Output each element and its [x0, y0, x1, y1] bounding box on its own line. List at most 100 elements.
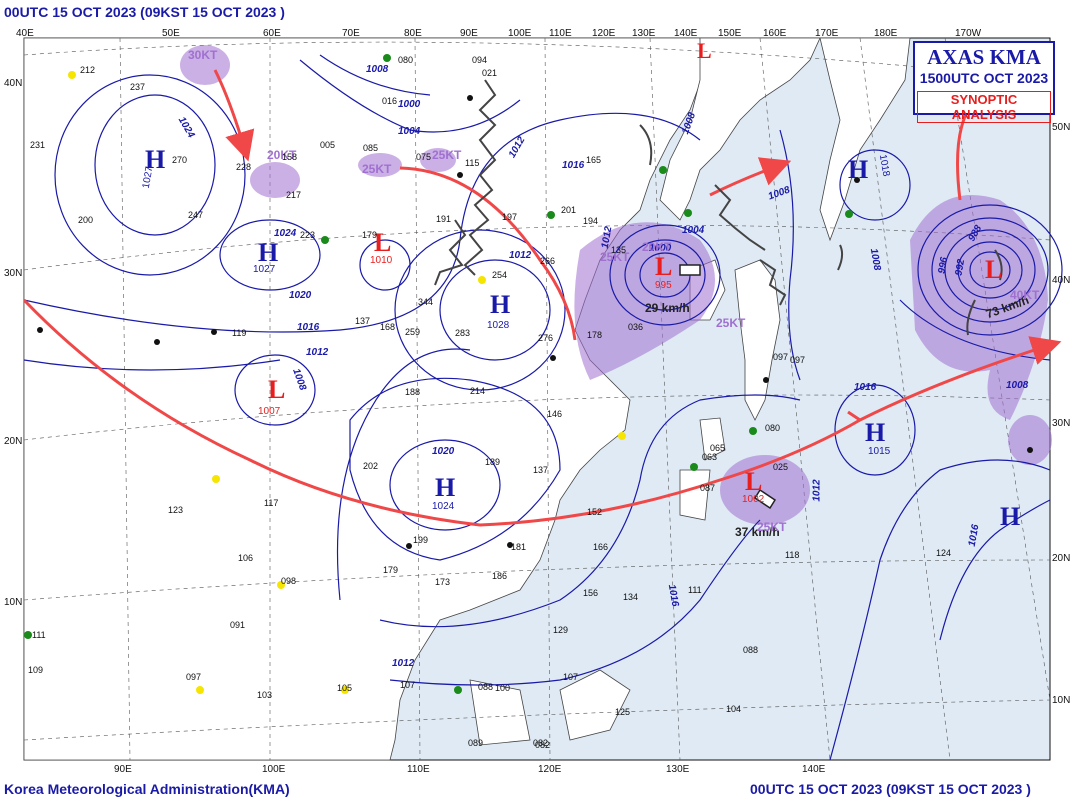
station-value: 179: [362, 230, 378, 240]
isobar-label: 1000: [398, 99, 421, 110]
lon-label: 100E: [508, 28, 532, 39]
station-value: 191: [436, 214, 452, 224]
isobar-label: 1012: [509, 250, 532, 261]
isobar-label: 1008: [1006, 380, 1029, 391]
high-pressure-value: 1015: [868, 446, 891, 457]
lon-label: 120E: [592, 28, 616, 39]
station-value: 173: [435, 577, 451, 587]
isobar-label: 1020: [432, 446, 455, 457]
low-pressure-symbol: L: [697, 38, 712, 63]
wind-speed-kt: 25KT: [362, 162, 392, 176]
station-value: 237: [130, 82, 146, 92]
station-value: 080: [398, 55, 414, 65]
lon-label: 170W: [955, 28, 982, 39]
station-value: 097: [790, 355, 806, 365]
station-value: 270: [172, 155, 188, 165]
station-value: 109: [28, 665, 44, 675]
lon-label: 80E: [404, 28, 422, 39]
station-value: 106: [238, 553, 254, 563]
station-value: 166: [593, 542, 609, 552]
station-value: 111: [688, 585, 702, 595]
station-value: 089: [468, 738, 484, 748]
high-pressure-symbol: H: [1000, 502, 1021, 531]
isobar-label: 1024: [274, 228, 297, 239]
isobar-label: 1008: [366, 64, 389, 75]
station-value: 266: [540, 256, 556, 266]
station-value: 107: [563, 672, 579, 682]
lon-label: 110E: [549, 28, 572, 39]
lat-label: 30N: [1052, 418, 1071, 429]
station-value: 188: [405, 387, 421, 397]
lon-label: 120E: [538, 764, 562, 775]
station-value: 087: [700, 483, 716, 493]
station-value: 123: [168, 505, 184, 515]
low-pressure-value: 1010: [370, 255, 393, 266]
low-pressure-symbol: L: [655, 252, 673, 281]
title-line2: 1500UTC OCT 2023: [919, 70, 1049, 86]
high-pressure-value: 1028: [487, 320, 510, 331]
station-value: 021: [482, 68, 498, 78]
station-value: 091: [230, 620, 246, 630]
station-value: 168: [380, 322, 396, 332]
station-value: 129: [553, 625, 569, 635]
station-value: 178: [587, 330, 603, 340]
lon-label: 50E: [162, 28, 180, 39]
station-value: 075: [416, 152, 432, 162]
lon-label: 60E: [263, 28, 281, 39]
lat-label: 50N: [1052, 122, 1071, 133]
station-value: 117: [264, 498, 279, 508]
station-value: 097: [773, 352, 789, 362]
lon-label: 130E: [666, 764, 690, 775]
lon-label: 40E: [16, 28, 34, 39]
isobar-label: 1012: [392, 658, 415, 669]
isobar-label: 1020: [289, 290, 312, 301]
lon-label: 130E: [632, 28, 656, 39]
station-value: 223: [300, 230, 316, 240]
lon-label: 90E: [460, 28, 478, 39]
high-pressure-symbol: H: [435, 473, 456, 502]
station-value: 104: [726, 704, 742, 714]
station-value: 283: [455, 328, 471, 338]
station-value: 197: [502, 212, 518, 222]
footer-right: 00UTC 15 OCT 2023 (09KST 15 OCT 2023 ): [750, 781, 1031, 797]
station-value: 212: [80, 65, 96, 75]
isobar-label: 1016: [297, 322, 320, 333]
station-value: 158: [282, 152, 298, 162]
station-value: 036: [628, 322, 644, 332]
title-line1: AXAS KMA: [927, 45, 1041, 69]
motion-speed: 29 km/h: [645, 301, 690, 315]
isobar-label: 1012: [811, 479, 823, 502]
station-value: 135: [611, 245, 627, 255]
station-value: 231: [30, 140, 46, 150]
lat-label: 40N: [1052, 275, 1071, 286]
isobar-label: 1012: [306, 347, 329, 358]
station-value: 202: [363, 461, 379, 471]
lat-label: 20N: [4, 436, 23, 447]
station-value: 134: [623, 592, 639, 602]
station-value: 214: [470, 386, 486, 396]
station-value: 025: [773, 462, 789, 472]
high-pressure-symbol: H: [848, 155, 869, 184]
station-value: 189: [485, 457, 501, 467]
synoptic-map: [22, 37, 1063, 761]
isobar-label: 1016: [854, 382, 877, 393]
station-value: 097: [186, 672, 202, 682]
station-value: 165: [586, 155, 602, 165]
lon-label: 70E: [342, 28, 360, 39]
isobar-label: 1004: [398, 126, 421, 137]
high-pressure-value: 1024: [432, 501, 455, 512]
wind-speed-kt: 25KT: [757, 520, 787, 534]
wind-speed-kt: 30KT: [188, 48, 218, 62]
title-box: AXAS KMA 1500UTC OCT 2023 SYNOPTIC ANALY…: [913, 41, 1055, 123]
station-value: 103: [257, 690, 273, 700]
wind-speed-kt: 20KT: [642, 240, 672, 254]
low-pressure-value: 1007: [258, 406, 281, 417]
low-pressure-symbol: L: [985, 255, 1003, 284]
station-value: 254: [492, 270, 508, 280]
station-value: 085: [363, 143, 379, 153]
low-pressure-value: 1002: [742, 494, 765, 505]
low-pressure-symbol: L: [745, 467, 763, 496]
station-value: 228: [236, 162, 252, 172]
low-pressure-symbol: L: [268, 375, 286, 404]
station-value: 082: [533, 738, 549, 748]
